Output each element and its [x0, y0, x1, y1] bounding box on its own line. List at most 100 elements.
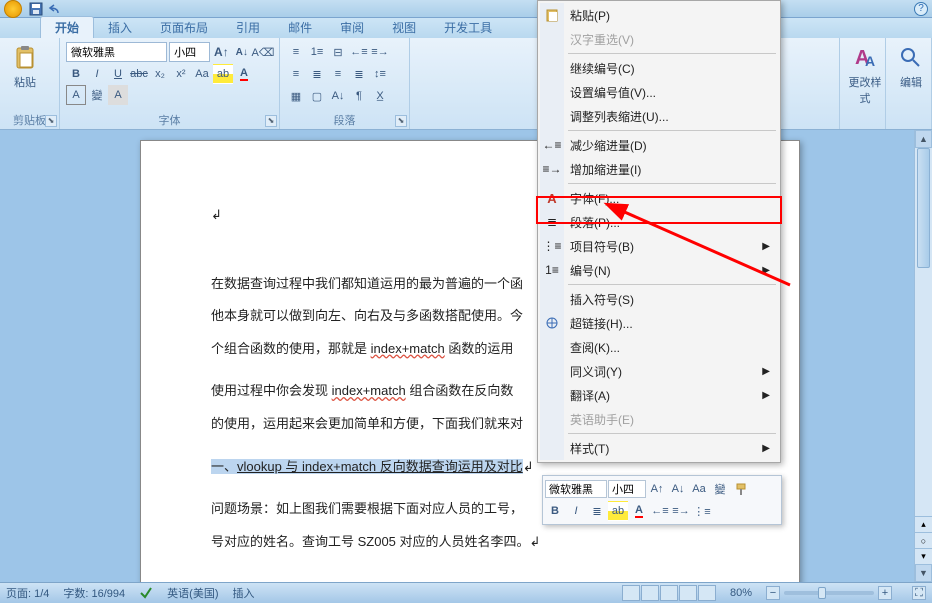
qat-save-icon[interactable] — [28, 1, 44, 17]
shrink-font-button[interactable]: A↓ — [233, 42, 251, 62]
mini-format-painter[interactable] — [731, 479, 751, 499]
sort-button[interactable]: A↓ — [328, 86, 348, 106]
mini-increase-indent[interactable]: ≡→ — [671, 501, 691, 521]
line-spacing-button[interactable]: ↕≡ — [370, 64, 390, 84]
numbering-button[interactable]: 1≡ — [307, 42, 327, 62]
grow-font-button[interactable]: A↑ — [212, 42, 230, 62]
justify-button[interactable]: ≣ — [349, 64, 369, 84]
decrease-indent-button[interactable]: ←≡ — [349, 42, 369, 62]
mini-phonetic[interactable]: 變 — [710, 479, 730, 499]
status-proofing-icon[interactable] — [139, 585, 153, 602]
menu-insert-symbol[interactable]: 插入符号(S) — [540, 287, 778, 311]
menu-bullets[interactable]: ⋮≡项目符号(B)▶ — [540, 234, 778, 258]
tab-home[interactable]: 开始 — [40, 16, 94, 38]
zoom-level[interactable]: 80% — [730, 587, 752, 599]
status-insert-mode[interactable]: 插入 — [233, 585, 255, 601]
font-size-combo[interactable]: 小四 — [169, 42, 210, 62]
mini-font-combo[interactable]: 微软雅黑 — [545, 480, 607, 498]
tab-references[interactable]: 引用 — [222, 17, 274, 38]
superscript-button[interactable]: x² — [171, 64, 191, 84]
mini-size-combo[interactable]: 小四 — [608, 480, 646, 498]
tab-layout[interactable]: 页面布局 — [146, 17, 222, 38]
view-draft[interactable] — [698, 585, 716, 601]
underline-button[interactable]: U — [108, 64, 128, 84]
italic-button[interactable]: I — [87, 64, 107, 84]
subscript-button[interactable]: x₂ — [150, 64, 170, 84]
multilevel-button[interactable]: ⊟ — [328, 42, 348, 62]
clear-formatting-button[interactable]: A⌫ — [253, 42, 273, 62]
mini-bold[interactable]: B — [545, 501, 565, 521]
tab-insert[interactable]: 插入 — [94, 17, 146, 38]
change-case-button[interactable]: Aa — [192, 64, 212, 84]
menu-decrease-indent[interactable]: ←≡减少缩进量(D) — [540, 133, 778, 157]
view-print-layout[interactable] — [622, 585, 640, 601]
next-page-button[interactable]: ▾ — [915, 548, 932, 564]
increase-indent-button[interactable]: ≡→ — [370, 42, 390, 62]
change-style-button[interactable]: AA 更改样式 — [844, 40, 886, 106]
align-right-button[interactable]: ≡ — [328, 64, 348, 84]
text-direction-button[interactable]: X̲ — [370, 86, 390, 106]
view-web-layout[interactable] — [660, 585, 678, 601]
qat-undo-icon[interactable] — [48, 1, 64, 17]
align-center-button[interactable]: ≣ — [307, 64, 327, 84]
borders-button[interactable]: ▢ — [307, 86, 327, 106]
menu-font[interactable]: A字体(F)... — [540, 186, 778, 210]
zoom-slider[interactable] — [784, 591, 874, 595]
view-full-screen[interactable] — [641, 585, 659, 601]
mini-italic[interactable]: I — [566, 501, 586, 521]
fullscreen-button[interactable]: ⛶ — [912, 586, 926, 600]
shading-button[interactable]: ▦ — [286, 86, 306, 106]
tab-mailings[interactable]: 邮件 — [274, 17, 326, 38]
char-border-button[interactable]: A — [66, 85, 86, 105]
mini-highlight[interactable]: ab — [608, 501, 628, 521]
menu-continue-numbering[interactable]: 继续编号(C) — [540, 56, 778, 80]
mini-bullets[interactable]: ⋮≡ — [692, 501, 712, 521]
bullets-button[interactable]: ≡ — [286, 42, 306, 62]
status-language[interactable]: 英语(美国) — [167, 585, 218, 601]
menu-increase-indent[interactable]: ≡→增加缩进量(I) — [540, 157, 778, 181]
show-formatting-button[interactable]: ¶ — [349, 86, 369, 106]
paragraph-launcher[interactable]: ⬊ — [395, 115, 407, 127]
menu-adjust-list-indent[interactable]: 调整列表缩进(U)... — [540, 104, 778, 128]
tab-view[interactable]: 视图 — [378, 17, 430, 38]
status-words[interactable]: 字数: 16/994 — [63, 585, 125, 601]
menu-set-number-value[interactable]: 设置编号值(V)... — [540, 80, 778, 104]
scroll-up-button[interactable]: ▲ — [915, 130, 932, 148]
char-shading-button[interactable]: A — [108, 85, 128, 105]
align-left-button[interactable]: ≡ — [286, 64, 306, 84]
menu-hyperlink[interactable]: 超链接(H)... — [540, 311, 778, 335]
menu-synonyms[interactable]: 同义词(Y)▶ — [540, 359, 778, 383]
find-button[interactable]: 编辑 — [890, 40, 932, 90]
highlight-button[interactable]: ab — [213, 64, 233, 84]
paste-button[interactable]: 粘贴 — [4, 40, 46, 90]
scroll-thumb[interactable] — [917, 148, 930, 268]
status-page[interactable]: 页面: 1/4 — [6, 585, 49, 601]
menu-paste[interactable]: 粘贴(P) — [540, 3, 778, 27]
browse-object-button[interactable]: ○ — [915, 532, 932, 548]
menu-lookup[interactable]: 查阅(K)... — [540, 335, 778, 359]
menu-paragraph[interactable]: ≣段落(P)... — [540, 210, 778, 234]
tab-review[interactable]: 审阅 — [326, 17, 378, 38]
mini-grow-font[interactable]: A↑ — [647, 479, 667, 499]
font-name-combo[interactable]: 微软雅黑 — [66, 42, 167, 62]
menu-translate[interactable]: 翻译(A)▶ — [540, 383, 778, 407]
view-outline[interactable] — [679, 585, 697, 601]
strikethrough-button[interactable]: abc — [129, 64, 149, 84]
font-color-button[interactable]: A — [234, 64, 254, 84]
clipboard-launcher[interactable]: ⬊ — [45, 115, 57, 127]
tab-developer[interactable]: 开发工具 — [430, 17, 506, 38]
office-button[interactable] — [4, 0, 22, 18]
menu-styles[interactable]: 样式(T)▶ — [540, 436, 778, 460]
zoom-slider-thumb[interactable] — [818, 587, 826, 599]
bold-button[interactable]: B — [66, 64, 86, 84]
scroll-down-button[interactable]: ▼ — [915, 564, 932, 582]
mini-font-color[interactable]: A — [629, 501, 649, 521]
mini-decrease-indent[interactable]: ←≡ — [650, 501, 670, 521]
mini-shrink-font[interactable]: A↓ — [668, 479, 688, 499]
help-button[interactable]: ? — [914, 2, 928, 16]
menu-numbering[interactable]: 1≡编号(N)▶ — [540, 258, 778, 282]
zoom-out-button[interactable]: − — [766, 586, 780, 600]
mini-center[interactable]: ≣ — [587, 501, 607, 521]
phonetic-button[interactable]: 變 — [87, 85, 107, 105]
vertical-scrollbar[interactable]: ▲ ▴ ○ ▾ ▼ — [914, 130, 932, 582]
